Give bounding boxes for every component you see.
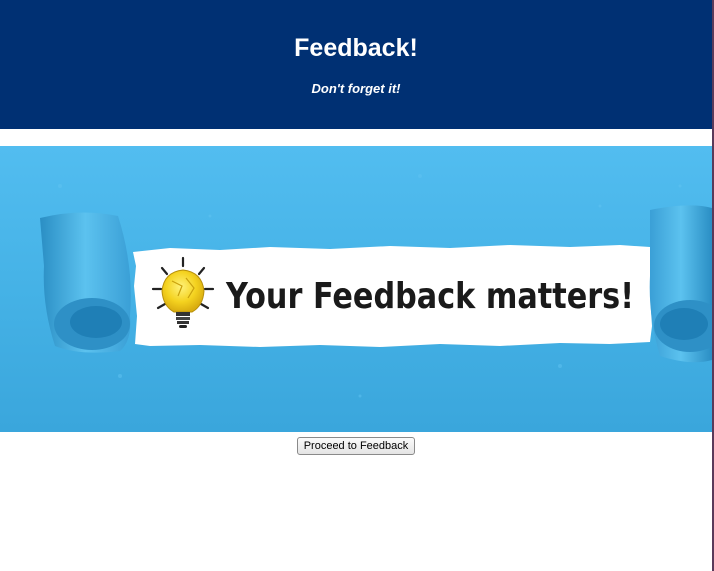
- action-bar: Proceed to Feedback: [0, 436, 712, 455]
- feedback-banner-image: Your Feedback matters!: [0, 146, 712, 432]
- page-header: Feedback! Don't forget it!: [0, 0, 712, 129]
- banner-text: Your Feedback matters!: [225, 276, 634, 317]
- proceed-to-feedback-button[interactable]: Proceed to Feedback: [296, 437, 416, 455]
- page-subtitle: Don't forget it!: [311, 81, 401, 96]
- page-title: Feedback!: [294, 34, 418, 62]
